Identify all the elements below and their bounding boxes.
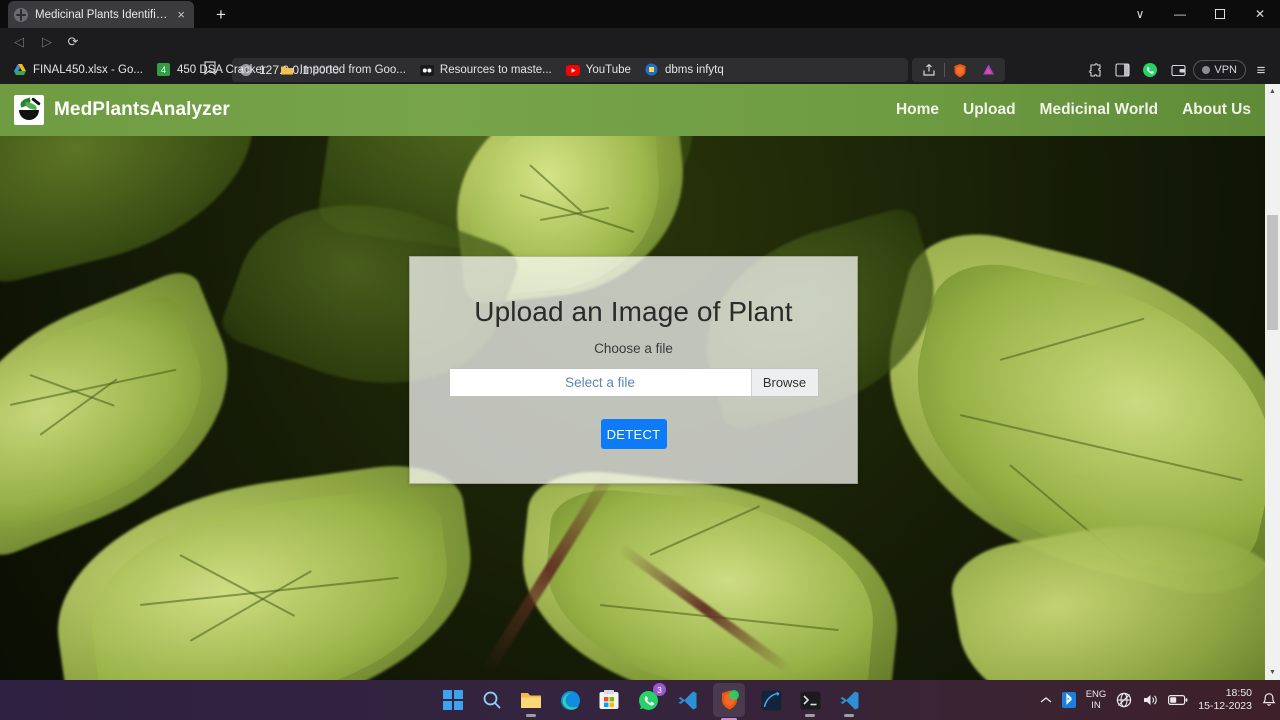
taskbar-item-search[interactable] [479, 687, 505, 713]
taskbar-item-terminal[interactable] [797, 687, 823, 717]
windows-taskbar: 3 ENG IN 18:50 15-12-2023 [0, 680, 1280, 720]
bookmark-label: Resources to maste... [439, 64, 552, 76]
taskbar-items: 3 [440, 680, 862, 720]
bookmark-item-450dsa[interactable]: 4 450 DSA Cracker [150, 60, 273, 80]
bookmark-label: dbms infytq [664, 64, 724, 76]
nav-link-upload[interactable]: Upload [963, 101, 1016, 119]
window-controls: ∨ — ✕ [1120, 0, 1280, 28]
file-input-row[interactable]: Select a file Browse [448, 368, 819, 397]
bookmark-label: Imported from Goo... [299, 64, 406, 76]
site-nav: Home Upload Medicinal World About Us [896, 101, 1251, 119]
page-viewport: MedPlantsAnalyzer Home Upload Medicinal … [0, 84, 1280, 680]
google-drive-icon [13, 63, 27, 77]
navigation-bar: ◁ ▷ ⟳ i 127.0.0.1:8000 [0, 28, 1280, 82]
file-name-field[interactable]: Select a file [449, 369, 751, 396]
bookmark-item-resources[interactable]: Resources to maste... [413, 60, 559, 80]
bookmark-item-youtube[interactable]: YouTube [559, 60, 638, 80]
blue-doc-icon [645, 63, 659, 77]
tab-strip: Medicinal Plants Identification × + ∨ — … [0, 0, 1280, 28]
close-window-button[interactable]: ✕ [1240, 0, 1280, 28]
network-icon[interactable] [1116, 692, 1132, 708]
taskbar-item-whatsapp[interactable]: 3 [635, 683, 666, 713]
taskbar-item-brave[interactable] [713, 683, 745, 720]
tab-title: Medicinal Plants Identification [35, 8, 168, 21]
bluetooth-icon[interactable] [1061, 692, 1076, 708]
nav-link-about-us[interactable]: About Us [1182, 101, 1251, 119]
upload-card: Upload an Image of Plant Choose a file S… [409, 256, 858, 484]
whatsapp-badge: 3 [653, 683, 666, 696]
detect-button[interactable]: DETECT [600, 419, 667, 449]
taskbar-item-file-explorer[interactable] [518, 687, 544, 717]
scrollbar-thumb[interactable] [1267, 215, 1278, 330]
bookmark-item-dbms[interactable]: dbms infytq [638, 60, 731, 80]
browser-window: Medicinal Plants Identification × + ∨ — … [0, 0, 1280, 720]
browser-tab-active[interactable]: Medicinal Plants Identification × [8, 1, 194, 28]
clock-time: 18:50 [1225, 687, 1252, 699]
new-tab-button[interactable]: + [210, 4, 232, 26]
green-4-icon: 4 [156, 63, 171, 77]
bookmark-label: 450 DSA Cracker [176, 64, 266, 76]
folder-icon [280, 63, 294, 77]
language-line-1: ENG [1085, 689, 1107, 700]
battery-icon[interactable] [1168, 694, 1188, 706]
taskbar-item-vscode-insiders[interactable] [836, 687, 862, 717]
taskbar-item-start[interactable] [440, 687, 466, 713]
page-scrollbar[interactable]: ▲ ▼ [1265, 84, 1280, 680]
browser-chrome: Medicinal Plants Identification × + ∨ — … [0, 0, 1280, 84]
tray-overflow-icon[interactable] [1040, 696, 1052, 704]
scroll-down-arrow[interactable]: ▼ [1265, 665, 1280, 680]
bookmark-item-final450[interactable]: FINAL450.xlsx - Go... [6, 60, 150, 80]
brand[interactable]: MedPlantsAnalyzer [14, 95, 230, 125]
clock[interactable]: 18:50 15-12-2023 [1198, 687, 1252, 713]
bookmark-label: YouTube [585, 64, 631, 76]
nav-link-home[interactable]: Home [896, 101, 939, 119]
taskbar-item-editor[interactable] [758, 687, 784, 713]
close-icon[interactable]: × [174, 6, 188, 23]
globe-icon [14, 7, 28, 22]
minimize-button[interactable]: — [1160, 0, 1200, 28]
taskbar-item-vscode[interactable] [674, 687, 700, 713]
bookmarks-bar: FINAL450.xlsx - Go... 4 450 DSA Cracker … [0, 56, 1280, 84]
clock-date: 15-12-2023 [1198, 700, 1252, 712]
reload-icon[interactable]: ⟳ [62, 31, 84, 53]
taskbar-item-microsoft-store[interactable] [596, 687, 622, 713]
brand-name: MedPlantsAnalyzer [54, 99, 230, 120]
language-indicator[interactable]: ENG IN [1086, 689, 1107, 711]
svg-text:4: 4 [161, 65, 166, 75]
browse-button[interactable]: Browse [750, 369, 818, 396]
bookmark-label: FINAL450.xlsx - Go... [33, 64, 143, 76]
language-line-2: IN [1091, 700, 1101, 711]
system-tray: ENG IN 18:50 15-12-2023 [1040, 680, 1276, 720]
page-title: Upload an Image of Plant [474, 296, 793, 327]
forward-icon[interactable]: ▷ [36, 31, 58, 53]
bell-icon[interactable] [1262, 692, 1276, 708]
youtube-icon [565, 63, 580, 77]
taskbar-item-edge[interactable] [557, 687, 583, 713]
dots-icon [419, 63, 434, 77]
mortar-pestle-leaf-icon [14, 95, 44, 125]
choose-file-label: Choose a file [594, 341, 673, 356]
volume-icon[interactable] [1142, 693, 1158, 707]
maximize-button[interactable] [1200, 0, 1240, 28]
tab-search-icon[interactable]: ∨ [1120, 0, 1160, 28]
scroll-up-arrow[interactable]: ▲ [1265, 84, 1280, 99]
nav-link-medicinal-world[interactable]: Medicinal World [1040, 101, 1159, 119]
bookmark-item-imported[interactable]: Imported from Goo... [273, 60, 413, 80]
site-header: MedPlantsAnalyzer Home Upload Medicinal … [0, 84, 1265, 136]
back-icon[interactable]: ◁ [8, 31, 30, 53]
